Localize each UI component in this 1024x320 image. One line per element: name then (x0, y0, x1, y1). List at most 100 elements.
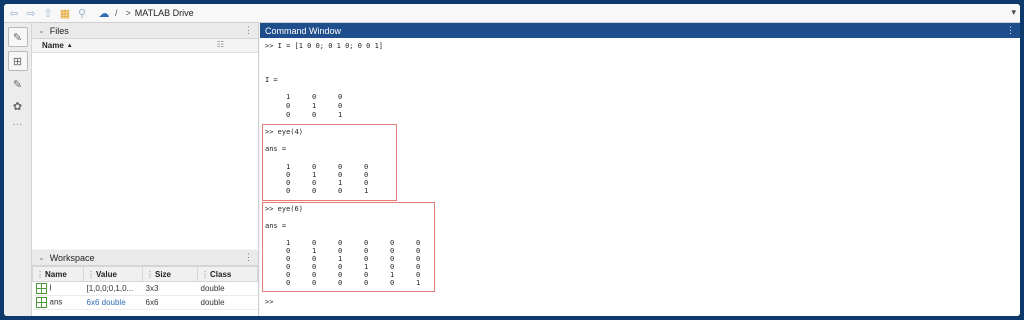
matrix-row: 0 0 1 0 (286, 179, 390, 187)
community-icon[interactable]: ✿ (9, 97, 27, 115)
matrix-icon (35, 297, 47, 308)
workspace-panel: ⌄ Workspace ⋮ ⋮Name ⋮Value ⋮Size ⋮Class … (32, 250, 259, 316)
matrix-cell: 0 (416, 255, 421, 263)
output-var-label: I = (265, 76, 278, 84)
workspace-panel-icon[interactable]: ⊞ (7, 51, 28, 71)
files-column-header: Name ▲ ☷ (32, 39, 258, 53)
matrix-row: 0 0 0 0 0 1 (286, 279, 442, 287)
path-item-matlab-drive[interactable]: MATLAB Drive (135, 8, 194, 18)
matrix-cell: 0 (286, 171, 291, 179)
up-folder-icon[interactable]: ⇧ (41, 6, 55, 20)
matrix-row: 1 0 0 (286, 93, 364, 101)
col-class[interactable]: ⋮Class (197, 266, 258, 282)
collapse-chevron-icon[interactable]: ⌄ (38, 253, 45, 262)
matrix-cell: 1 (416, 279, 421, 287)
output-var-label: ans = (265, 145, 287, 153)
var-name[interactable]: ans (32, 295, 84, 310)
add-ons-icon[interactable]: ✎ (9, 75, 27, 93)
output-var-label: ans = (265, 222, 287, 230)
command-window-header: Command Window ⋮ (260, 23, 1020, 38)
matrix-cell: 0 (364, 279, 369, 287)
matrix-cell: 0 (416, 263, 421, 271)
left-rail: ✎ ⊞ ✎ ✿ ··· (4, 23, 32, 316)
matrix-icon (35, 283, 47, 294)
matrix-cell: 1 (364, 187, 369, 195)
files-panel: ⌄ Files ⋮ Name ▲ ☷ (32, 23, 259, 249)
browse-folder-icon[interactable]: ▦ (58, 6, 72, 20)
col-size[interactable]: ⋮Size (142, 266, 198, 282)
matrix-cell: 0 (312, 271, 317, 279)
matrix-cell: 0 (338, 279, 343, 287)
col-value[interactable]: ⋮Value (83, 266, 143, 282)
matrix-cell: 0 (286, 102, 291, 110)
drag-handle-icon[interactable]: ⋮ (87, 270, 95, 279)
back-arrow-icon[interactable]: ⇦ (7, 6, 21, 20)
path-root[interactable]: / (115, 8, 118, 18)
command-window[interactable]: Command Window ⋮ >> I = [1 0 0; 0 1 0; 0… (260, 23, 1020, 316)
name-column-label[interactable]: Name (42, 41, 64, 50)
more-icon[interactable]: ··· (4, 119, 31, 130)
matrix-cell: 0 (312, 255, 317, 263)
workspace-header-row: ⋮Name ⋮Value ⋮Size ⋮Class (32, 266, 258, 282)
matrix-cell: 0 (312, 187, 317, 195)
workspace-panel-title: Workspace (49, 252, 95, 263)
matrix-cell: 0 (338, 239, 343, 247)
matrix-cell: 0 (338, 93, 343, 101)
matrix-cell: 0 (338, 102, 343, 110)
matrix-cell: 1 (338, 111, 343, 119)
var-name[interactable]: I (32, 281, 84, 296)
matrix-cell: 0 (338, 171, 343, 179)
command-line: >> I = [1 0 0; 0 1 0; 0 0 1] (265, 42, 384, 50)
matrix-cell: 0 (338, 187, 343, 195)
matrix-row: 1 0 0 0 (286, 163, 390, 171)
matrix-cell: 1 (312, 171, 317, 179)
matrix-row: 0 1 0 0 (286, 171, 390, 179)
matrix-cell: 0 (312, 179, 317, 187)
drag-handle-icon[interactable]: ⋮ (146, 270, 154, 279)
col-name[interactable]: ⋮Name (32, 266, 84, 282)
matrix-row: 0 1 0 (286, 102, 364, 110)
column-options-icon[interactable]: ☷ (217, 40, 224, 49)
var-value: [1,0,0;0,1,0... (83, 281, 143, 296)
var-size: 3x3 (142, 281, 198, 296)
sort-ascending-icon[interactable]: ▲ (67, 43, 73, 49)
workspace-table: ⋮Name ⋮Value ⋮Size ⋮Class I [1,0,0;0,1,0… (32, 266, 258, 310)
matrix-cell: 0 (416, 247, 421, 255)
matrix-cell: 0 (364, 239, 369, 247)
address-dropdown-icon[interactable]: ▾ (1011, 7, 1016, 18)
matrix-cell: 0 (338, 247, 343, 255)
matrix-cell: 0 (390, 239, 395, 247)
forward-arrow-icon[interactable]: ⇨ (24, 6, 38, 20)
matrix-cell: 1 (390, 271, 395, 279)
var-size: 6x6 (142, 295, 198, 310)
matrix-cell: 0 (364, 163, 369, 171)
toolbar: ⇦ ⇨ ⇧ ▦ ⚲ ☁ / > MATLAB Drive ▾ (4, 4, 1020, 23)
panel-menu-icon[interactable]: ⋮ (1006, 25, 1015, 36)
matrix-cell: 0 (364, 247, 369, 255)
matrix-cell: 0 (364, 255, 369, 263)
matrix-row: 0 1 0 0 0 0 (286, 247, 442, 255)
cloud-icon[interactable]: ☁ (97, 6, 111, 20)
matrix-cell: 0 (338, 271, 343, 279)
drag-handle-icon[interactable]: ⋮ (36, 270, 44, 279)
matrix-cell: 0 (286, 279, 291, 287)
matrix-cell: 0 (416, 239, 421, 247)
matrix-cell: 0 (286, 179, 291, 187)
table-row[interactable]: ans 6x6 double 6x6 double (32, 295, 258, 310)
matrix-cell: 0 (390, 279, 395, 287)
var-value-link[interactable]: 6x6 double (83, 295, 143, 310)
collapse-chevron-icon[interactable]: ⌄ (38, 26, 45, 35)
files-panel-icon[interactable]: ✎ (7, 27, 28, 47)
table-row[interactable]: I [1,0,0;0,1,0... 3x3 double (32, 281, 258, 296)
matrix-cell: 0 (364, 171, 369, 179)
panel-menu-icon[interactable]: ⋮ (244, 25, 253, 36)
panel-menu-icon[interactable]: ⋮ (244, 252, 253, 263)
matrix-cell: 0 (286, 247, 291, 255)
matrix-row: 0 0 0 0 1 0 (286, 271, 442, 279)
drag-handle-icon[interactable]: ⋮ (201, 270, 209, 279)
command-prompt[interactable]: >> (265, 298, 273, 306)
command-window-title: Command Window (265, 25, 342, 36)
find-files-icon[interactable]: ⚲ (75, 6, 89, 20)
matrix-cell: 0 (338, 163, 343, 171)
command-line: >> eye(6) (265, 205, 303, 213)
